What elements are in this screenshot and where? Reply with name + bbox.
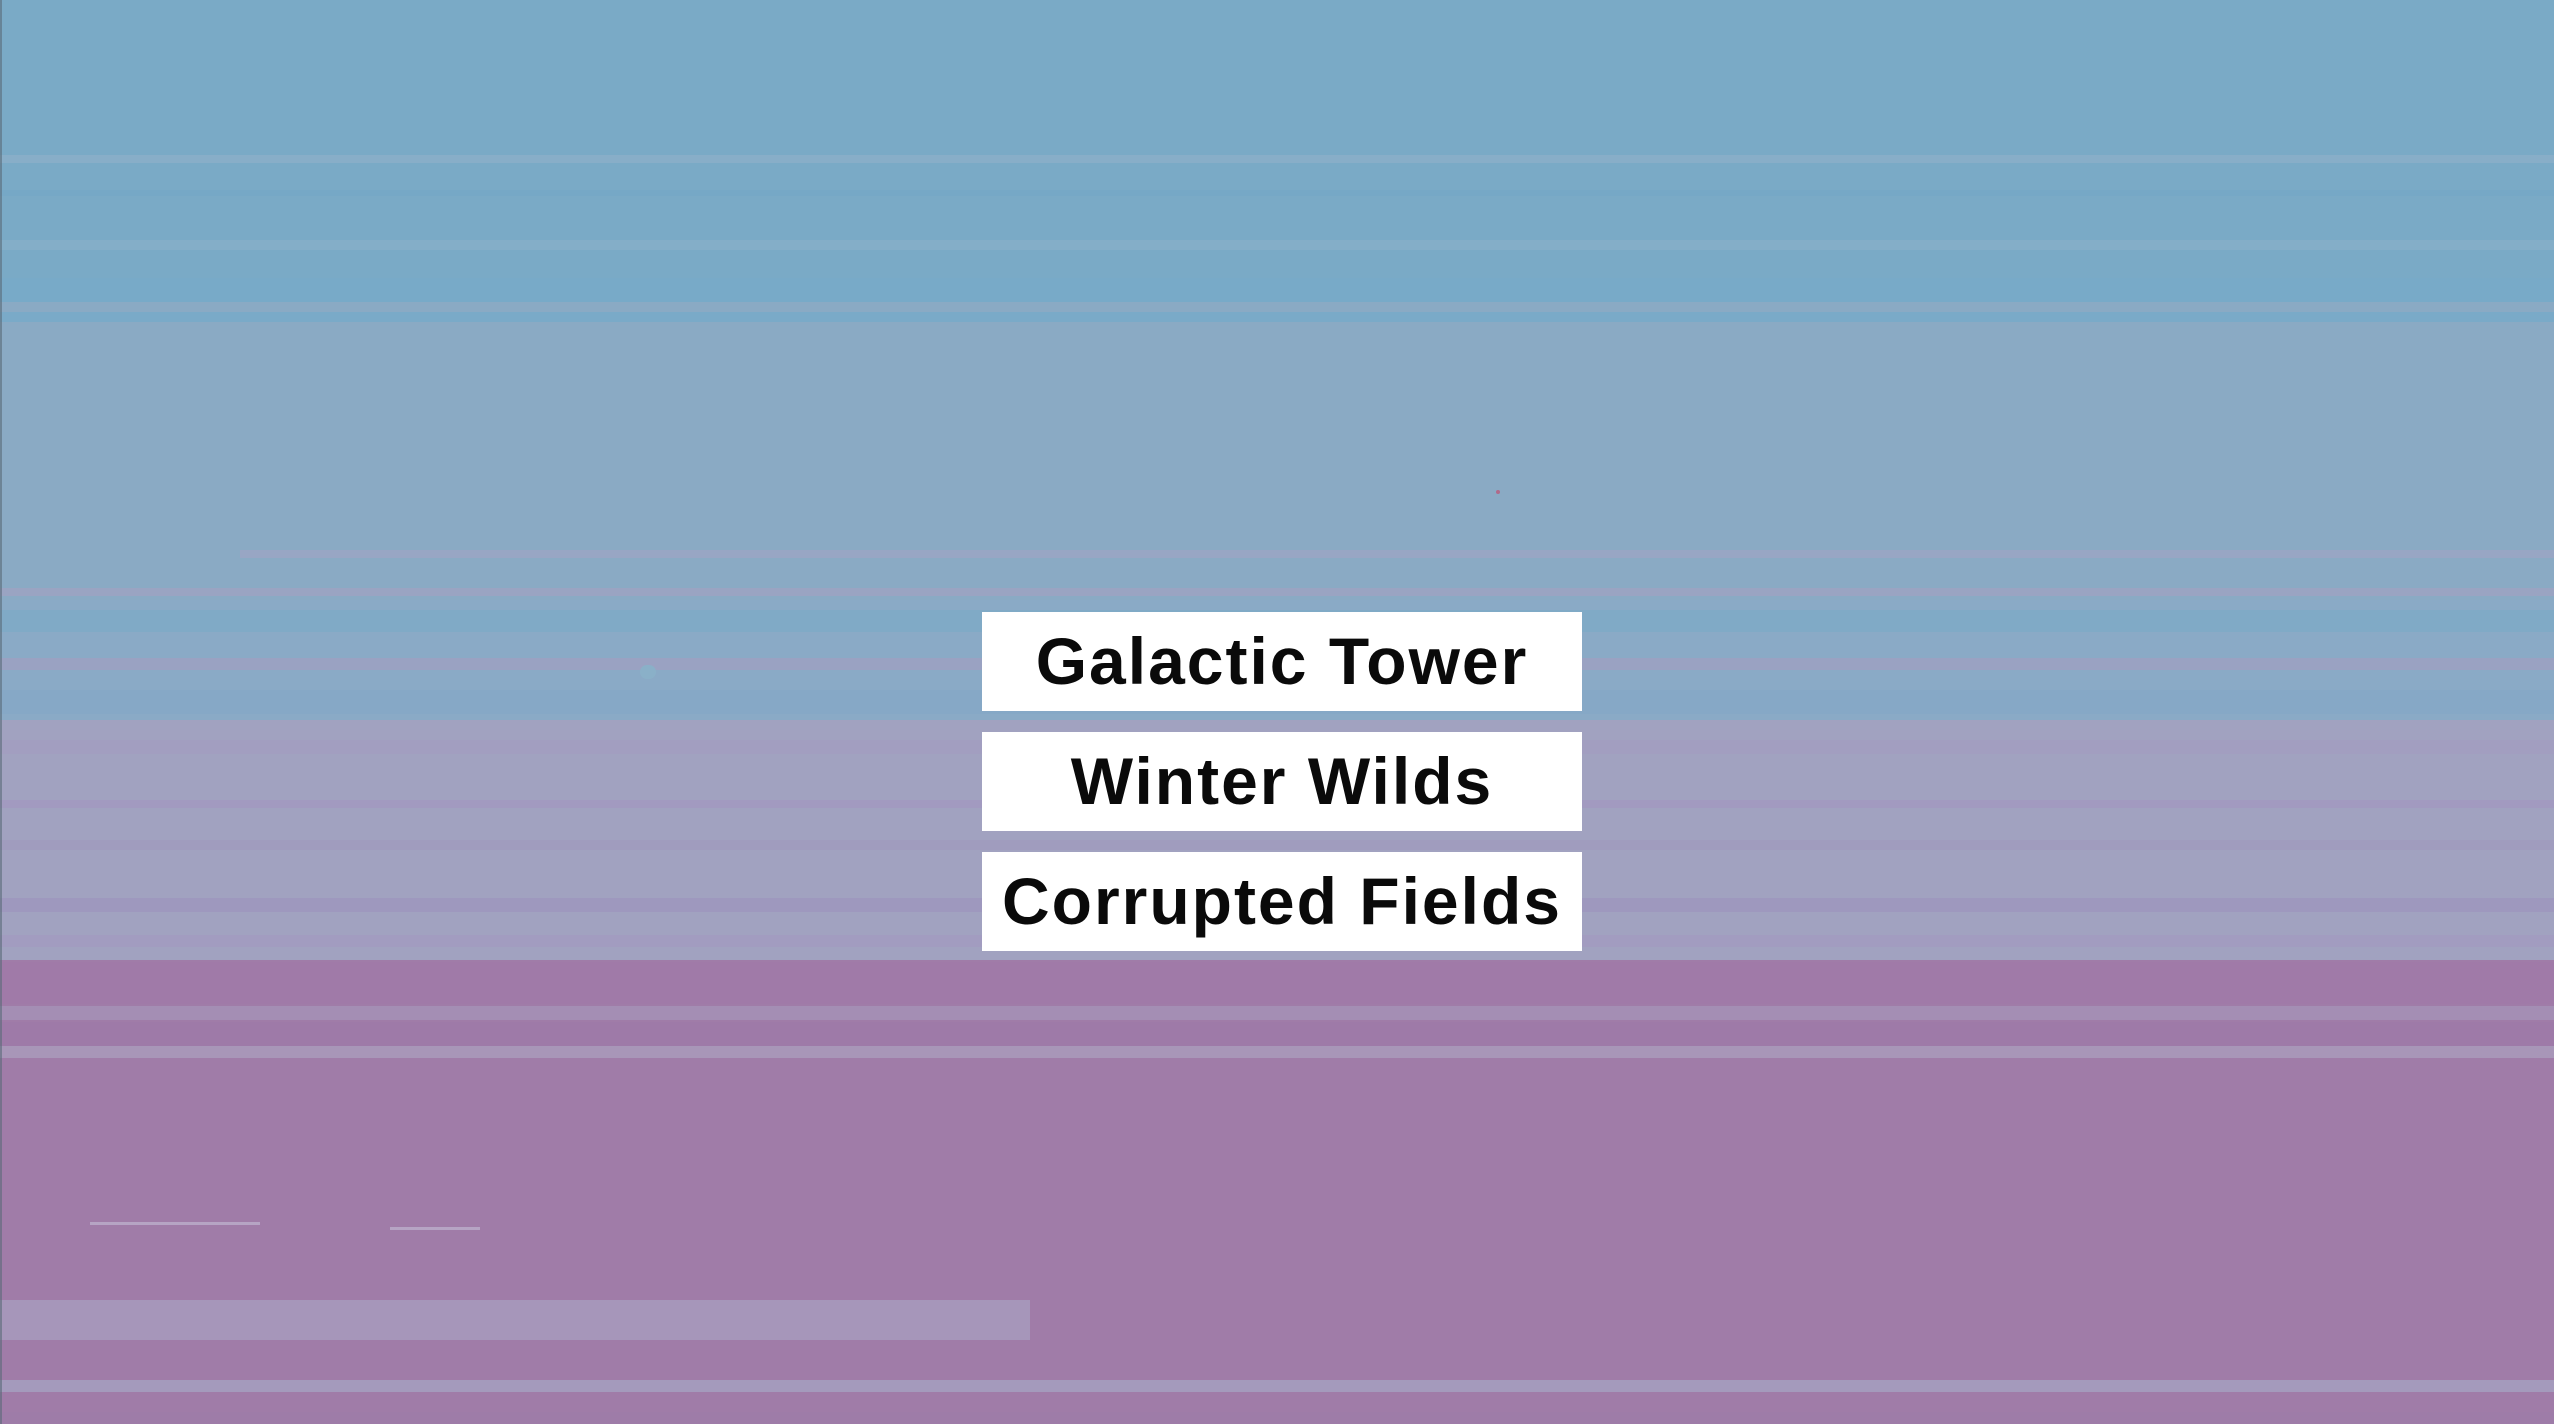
streak (0, 278, 2554, 302)
streak (0, 155, 2554, 163)
streak (0, 190, 2554, 196)
streak (0, 1006, 2554, 1020)
level-button-winter-wilds[interactable]: Winter Wilds (982, 732, 1582, 831)
streak (0, 312, 2554, 322)
streak (390, 1227, 480, 1230)
speck (1496, 490, 1500, 494)
sky-band-top (0, 0, 2554, 280)
streak (0, 1300, 1030, 1340)
level-button-galactic-tower[interactable]: Galactic Tower (982, 612, 1582, 711)
streak (240, 550, 2554, 558)
streak (0, 1046, 2554, 1058)
streak (90, 1222, 260, 1225)
level-button-corrupted-fields[interactable]: Corrupted Fields (982, 852, 1582, 951)
left-edge-line (0, 0, 2, 1424)
level-select-menu: Galactic Tower Winter Wilds Corrupted Fi… (982, 612, 1582, 972)
streak (0, 1412, 2554, 1424)
streak (0, 240, 2554, 250)
streak (0, 1380, 2554, 1392)
speck (640, 665, 656, 679)
streak (0, 588, 2554, 596)
streak (0, 1022, 2554, 1046)
